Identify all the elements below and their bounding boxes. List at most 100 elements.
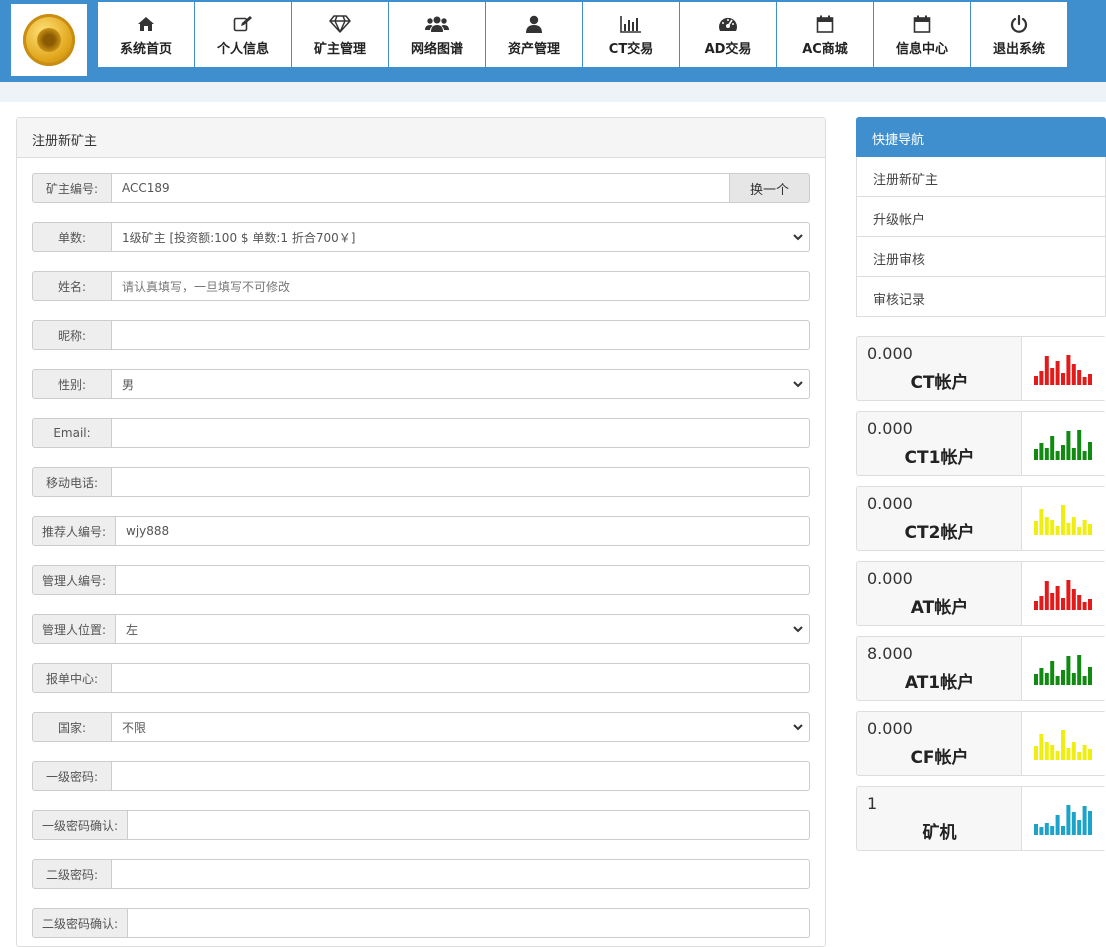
field-label: 单数: <box>32 222 112 252</box>
logo[interactable] <box>11 4 87 76</box>
account-stat-card[interactable]: 0.000 CT帐户 <box>856 336 1106 401</box>
sparkline-bar <box>1055 360 1060 385</box>
sparkline-bar <box>1088 523 1092 535</box>
select-field[interactable]: 不限 <box>112 712 810 742</box>
sparkline-bar <box>1034 745 1038 760</box>
main-nav: 系统首页 个人信息 矿主管理 网络图谱 资产管理 CT交易 AD交易 AC商城 信息中心 退出系统 <box>98 2 1068 67</box>
sparkline-bar <box>1055 525 1060 535</box>
nav-item-5[interactable]: CT交易 <box>583 2 679 67</box>
nav-item-1[interactable]: 个人信息 <box>195 2 291 67</box>
account-balance: 1 <box>867 794 878 813</box>
sub-bar <box>0 82 1106 102</box>
sparkline-bar <box>1044 447 1049 460</box>
sparkline-bar <box>1077 654 1082 685</box>
sparkline-bar <box>1050 660 1055 685</box>
sparkline-bar <box>1055 675 1060 685</box>
sparkline-bar <box>1082 805 1087 835</box>
select-field[interactable]: 男 <box>112 369 810 399</box>
field-label: 一级密码确认: <box>32 810 128 840</box>
sparkline-bar <box>1077 819 1082 835</box>
sparkline-bar <box>1034 673 1038 685</box>
form-row: 一级密码: <box>32 761 810 791</box>
text-field[interactable]: ACC189 <box>112 173 730 203</box>
field-label: 二级密码确认: <box>32 908 128 938</box>
nav-item-3[interactable]: 网络图谱 <box>389 2 485 67</box>
account-stat-card[interactable]: 8.000 AT1帐户 <box>856 636 1106 701</box>
form-row: 二级密码: <box>32 859 810 889</box>
dashboard-icon <box>718 13 738 35</box>
text-field[interactable] <box>116 565 810 595</box>
password-field[interactable] <box>112 761 810 791</box>
nav-item-7[interactable]: AC商城 <box>777 2 873 67</box>
sparkline-bar <box>1088 748 1092 760</box>
account-balance: 8.000 <box>867 644 913 663</box>
sparkline-bar <box>1071 672 1076 685</box>
sparkline-bar <box>1050 592 1055 610</box>
nav-item-4[interactable]: 资产管理 <box>486 2 582 67</box>
sparkline-bar <box>1044 516 1049 535</box>
account-name: CT1帐户 <box>904 448 975 468</box>
password-field[interactable] <box>128 810 810 840</box>
quick-nav-item[interactable]: 注册审核 <box>856 237 1106 277</box>
account-balance: 0.000 <box>867 569 913 588</box>
text-field[interactable] <box>112 320 810 350</box>
sparkline-bar <box>1050 825 1055 835</box>
account-stat-card[interactable]: 0.000 CT1帐户 <box>856 411 1106 476</box>
sparkline-bar <box>1039 595 1044 610</box>
password-field[interactable] <box>128 908 810 938</box>
sparkline-bar <box>1082 744 1087 760</box>
sparkline-bar <box>1061 669 1065 685</box>
nav-item-6[interactable]: AD交易 <box>680 2 776 67</box>
text-field[interactable] <box>112 467 810 497</box>
nav-item-2[interactable]: 矿主管理 <box>292 2 388 67</box>
sparkline-bar <box>1034 823 1038 835</box>
text-field[interactable] <box>112 418 810 448</box>
account-stat-card[interactable]: 1 矿机 <box>856 786 1106 851</box>
account-stat-card[interactable]: 0.000 CF帐户 <box>856 711 1106 776</box>
select-field[interactable]: 1级矿主 [投资额:100 $ 单数:1 折合700￥] <box>112 222 810 252</box>
text-field[interactable]: wjy888 <box>116 516 810 546</box>
quick-nav-item[interactable]: 升级帐户 <box>856 197 1106 237</box>
field-label: 管理人位置: <box>32 614 116 644</box>
select-field[interactable]: 左 <box>116 614 810 644</box>
nav-item-9[interactable]: 退出系统 <box>971 2 1067 67</box>
sparkline-bar <box>1039 508 1044 535</box>
sparkline-bar <box>1082 675 1087 685</box>
nav-item-8[interactable]: 信息中心 <box>874 2 970 67</box>
text-field[interactable] <box>112 663 810 693</box>
nav-item-label: 个人信息 <box>216 41 269 57</box>
diamond-icon <box>329 13 351 35</box>
form-row: Email: <box>32 418 810 448</box>
sparkline-bar <box>1039 370 1044 385</box>
sparkline-bar <box>1077 429 1082 460</box>
sparkline-bar <box>1044 355 1049 385</box>
sparkline-bar <box>1071 811 1076 835</box>
sparkline-bar <box>1082 519 1087 535</box>
sparkline-bar <box>1077 594 1082 610</box>
regenerate-id-button[interactable]: 换一个 <box>730 173 810 203</box>
sparkline-bar <box>1088 441 1092 460</box>
sparkline-bar <box>1055 450 1060 460</box>
sparkline-bar <box>1071 447 1076 460</box>
quick-nav-title: 快捷导航 <box>856 117 1106 157</box>
password-field[interactable] <box>112 859 810 889</box>
field-label: 移动电话: <box>32 467 112 497</box>
nav-item-label: AD交易 <box>704 41 752 57</box>
field-label: 国家: <box>32 712 112 742</box>
account-stat-card[interactable]: 0.000 AT帐户 <box>856 561 1106 626</box>
home-icon <box>137 13 155 35</box>
text-field[interactable]: 请认真填写，一旦填写不可修改 <box>112 271 810 301</box>
sparkline-bar <box>1082 601 1087 610</box>
nav-item-0[interactable]: 系统首页 <box>98 2 194 67</box>
sparkline-bar-chart <box>1021 562 1106 625</box>
quick-nav-item[interactable]: 注册新矿主 <box>856 157 1106 197</box>
sparkline-bar <box>1050 435 1055 460</box>
quick-nav-item[interactable]: 审核记录 <box>856 277 1106 317</box>
form-row: 矿主编号: ACC189 换一个 <box>32 173 810 203</box>
sparkline-bar <box>1088 810 1092 835</box>
sparkline-bar-chart <box>1021 487 1106 550</box>
form-row: 管理人位置: 左 <box>32 614 810 644</box>
field-label: Email: <box>32 418 112 448</box>
account-stat-card[interactable]: 0.000 CT2帐户 <box>856 486 1106 551</box>
users-icon <box>425 13 449 35</box>
